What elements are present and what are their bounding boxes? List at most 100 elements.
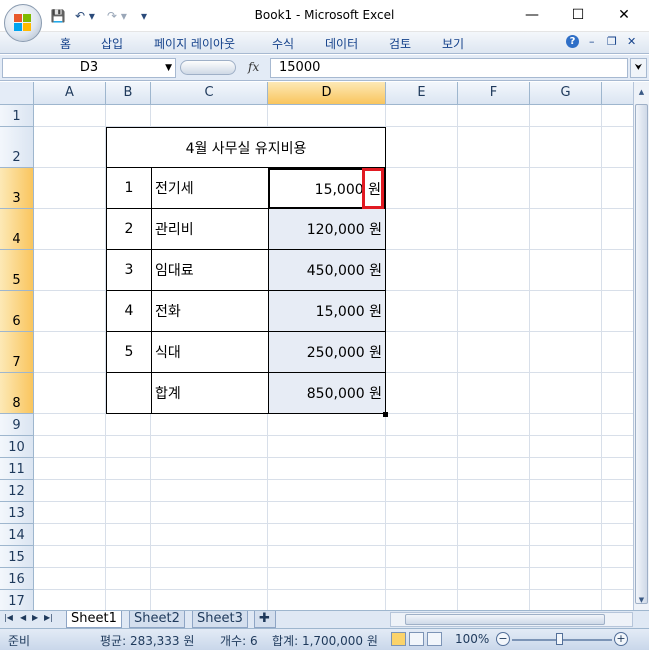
highlight-box [362,168,384,209]
fill-handle[interactable] [383,412,388,417]
row-header-5[interactable]: 5 [0,250,34,291]
row-header-13[interactable]: 13 [0,502,34,524]
item-no-cell[interactable]: 2 [106,209,151,250]
workbook-close-button[interactable]: ✕ [627,35,636,48]
total-no-cell[interactable] [106,373,151,414]
formula-bar-resize-handle[interactable] [180,60,236,75]
office-logo-icon [14,14,32,32]
formula-bar: D3 ▼ fx 15000 ⮟ [0,55,649,81]
select-all-button[interactable] [0,82,34,105]
row-header-11[interactable]: 11 [0,458,34,480]
item-amount-cell[interactable]: 120,000 원 [268,209,386,250]
name-box[interactable]: D3 ▼ [2,58,176,78]
formula-input[interactable]: 15000 [270,58,628,78]
row-header-15[interactable]: 15 [0,546,34,568]
table-title-cell[interactable]: 4월 사무실 유지비용 [106,127,386,168]
prev-sheet-icon[interactable]: ◀ [20,613,26,622]
item-amount-cell[interactable]: 250,000 원 [268,332,386,373]
page-layout-view-button[interactable] [409,632,424,646]
insert-function-button[interactable]: fx [248,60,259,74]
row-header-7[interactable]: 7 [0,332,34,373]
column-header-a[interactable]: A [34,82,106,105]
item-amount-cell[interactable]: 450,000 원 [268,250,386,291]
tab-insert[interactable]: 삽입 [101,35,123,52]
maximize-button[interactable]: ☐ [555,0,601,30]
item-name-cell[interactable]: 전화 [151,291,268,332]
help-icon[interactable]: ? [566,35,579,48]
tab-home[interactable]: 홈 [60,35,71,52]
tab-view[interactable]: 보기 [442,35,464,52]
minimize-button[interactable]: — [509,0,555,30]
horizontal-scrollbar[interactable] [390,612,633,627]
page-break-view-button[interactable] [427,632,442,646]
row-header-4[interactable]: 4 [0,209,34,250]
gridline [34,435,633,436]
zoom-in-icon[interactable]: + [614,632,628,646]
item-no-cell[interactable]: 3 [106,250,151,291]
column-header-h[interactable] [602,82,633,105]
gridline [34,589,633,590]
vertical-scroll-thumb[interactable] [635,104,648,604]
first-sheet-icon[interactable]: |◀ [4,613,13,622]
total-amount-cell[interactable]: 850,000 원 [268,373,386,414]
row-header-16[interactable]: 16 [0,568,34,590]
gridline [34,457,633,458]
worksheet-grid[interactable]: A B C D E F G 1 2 3 4 5 6 7 8 9 10 11 12… [0,82,633,610]
row-header-12[interactable]: 12 [0,480,34,502]
item-name-cell[interactable]: 관리비 [151,209,268,250]
normal-view-button[interactable] [391,632,406,646]
tab-data[interactable]: 데이터 [325,35,358,52]
column-header-b[interactable]: B [106,82,151,105]
row-header-14[interactable]: 14 [0,524,34,546]
close-button[interactable]: ✕ [601,0,647,30]
scroll-up-icon[interactable]: ▲ [635,86,648,98]
workbook-minimize-button[interactable]: – [589,35,595,48]
row-header-9[interactable]: 9 [0,414,34,436]
sheet-tab-1[interactable]: Sheet1 [66,611,122,628]
row-header-2[interactable]: 2 [0,127,34,168]
item-no-cell[interactable]: 1 [106,168,151,209]
row-header-6[interactable]: 6 [0,291,34,332]
tab-review[interactable]: 검토 [389,35,411,52]
ready-status: 준비 [8,634,31,648]
zoom-level[interactable]: 100% [455,632,489,646]
item-amount-cell[interactable]: 15,000 원 [268,291,386,332]
row-header-8[interactable]: 8 [0,373,34,414]
item-no-cell[interactable]: 4 [106,291,151,332]
chevron-down-icon[interactable]: ▼ [165,59,172,77]
status-bar: 준비 평균: 283,333 원 개수: 6 합계: 1,700,000 원 1… [0,628,649,650]
next-sheet-icon[interactable]: ▶ [32,613,38,622]
item-name-cell[interactable]: 식대 [151,332,268,373]
scroll-down-icon[interactable]: ▼ [635,594,648,606]
sheet-tab-3[interactable]: Sheet3 [192,611,248,628]
tab-page-layout[interactable]: 페이지 레이아웃 [154,35,235,52]
column-header-e[interactable]: E [386,82,458,105]
horizontal-scroll-thumb[interactable] [405,614,605,625]
total-label-cell[interactable]: 합계 [151,373,268,414]
zoom-out-icon[interactable]: − [496,632,510,646]
title-bar: 💾 ↶ ▾ ↷ ▾ ▾ Book1 - Microsoft Excel — ☐ … [0,0,649,32]
gridline [34,501,633,502]
average-status: 평균: 283,333 원 [100,634,195,648]
office-button[interactable] [4,4,42,42]
row-header-17[interactable]: 17 [0,590,34,610]
item-no-cell[interactable]: 5 [106,332,151,373]
insert-sheet-icon[interactable]: ✚ [254,611,276,628]
column-header-g[interactable]: G [530,82,602,105]
zoom-slider-thumb[interactable] [556,633,563,645]
row-header-1[interactable]: 1 [0,105,34,127]
column-header-f[interactable]: F [458,82,530,105]
vertical-scrollbar[interactable]: ▲ ▼ [633,82,649,610]
column-header-c[interactable]: C [151,82,268,105]
last-sheet-icon[interactable]: ▶| [44,613,53,622]
row-header-3[interactable]: 3 [0,168,34,209]
sheet-tab-2[interactable]: Sheet2 [129,611,185,628]
workbook-restore-button[interactable]: ❐ [607,35,617,48]
row-header-10[interactable]: 10 [0,436,34,458]
item-name-cell[interactable]: 임대료 [151,250,268,291]
item-name-cell[interactable]: 전기세 [151,168,268,209]
column-header-d[interactable]: D [268,82,386,105]
tab-formulas[interactable]: 수식 [272,35,294,52]
gridline [34,545,633,546]
expand-formula-bar-icon[interactable]: ⮟ [630,58,647,78]
